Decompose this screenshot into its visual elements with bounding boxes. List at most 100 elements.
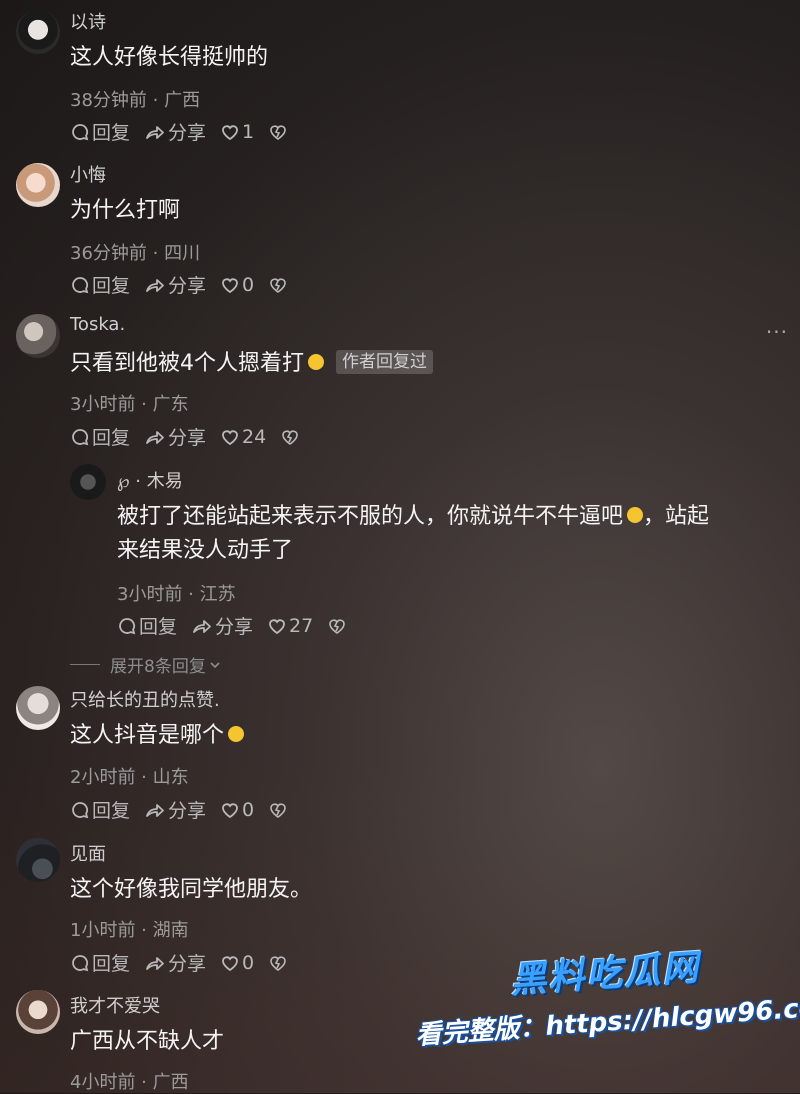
comment-actions: 回复 分享 24 xyxy=(70,423,316,450)
share-arrow-icon xyxy=(146,430,164,444)
avatar[interactable] xyxy=(16,163,60,207)
like-count: 24 xyxy=(242,425,267,448)
broken-heart-icon xyxy=(270,955,286,971)
comment-text: 这人抖音是哪个 xyxy=(70,723,225,748)
dislike-button[interactable] xyxy=(280,427,302,447)
comment-bubble-icon xyxy=(72,801,89,818)
reply-button[interactable]: 回复 xyxy=(70,118,130,145)
dislike-button[interactable] xyxy=(327,616,349,636)
share-arrow-icon xyxy=(146,956,164,970)
emoji-icon xyxy=(308,354,324,370)
username[interactable]: Toska. xyxy=(70,314,125,335)
like-button[interactable]: 27 xyxy=(267,615,313,637)
username[interactable]: ℘ · 木易 xyxy=(117,467,183,493)
comment-text: 广西从不缺人才 xyxy=(70,1029,225,1054)
dislike-button[interactable] xyxy=(268,800,290,820)
avatar[interactable] xyxy=(16,838,60,882)
comment-meta: 2小时前 · 山东 xyxy=(70,767,189,788)
comment-bubble-icon xyxy=(72,954,89,971)
reply-text-line2: 来结果没人动手了 xyxy=(117,538,294,563)
divider xyxy=(70,664,100,665)
share-button[interactable]: 分享 xyxy=(144,423,206,450)
heart-icon xyxy=(222,955,238,971)
reply-actions: 回复 分享 27 xyxy=(117,612,363,639)
avatar[interactable] xyxy=(16,686,60,730)
avatar[interactable] xyxy=(70,464,106,500)
comment-meta: 4小时前 · 广西 xyxy=(70,1072,189,1093)
heart-icon xyxy=(222,277,238,293)
expand-replies-button[interactable]: 展开8条回复 xyxy=(70,652,222,677)
comment-actions: 回复 分享 0 xyxy=(70,949,304,976)
share-label: 分享 xyxy=(168,122,207,144)
like-count: 0 xyxy=(242,798,255,821)
reply-label: 回复 xyxy=(92,800,131,822)
dislike-button[interactable] xyxy=(268,275,290,295)
emoji-icon xyxy=(228,726,245,742)
like-count: 0 xyxy=(242,951,255,974)
reply-text-tail: ，站起 xyxy=(643,504,710,529)
like-button[interactable]: 0 xyxy=(220,952,254,974)
comment-text-row: 这人抖音是哪个 xyxy=(70,718,245,754)
avatar[interactable] xyxy=(16,990,60,1034)
comment-text: 这人好像长得挺帅的 xyxy=(70,45,269,70)
share-button[interactable]: 分享 xyxy=(144,118,206,145)
heart-icon xyxy=(222,429,238,445)
reply-label: 回复 xyxy=(139,616,178,638)
share-button[interactable]: 分享 xyxy=(144,796,206,823)
comment-text-row: 只看到他被4个人摁着打 作者回复过 xyxy=(70,346,433,382)
reply-button[interactable]: 回复 xyxy=(70,271,130,298)
watermark-brand: 黑料吃瓜网 xyxy=(509,947,702,1002)
share-arrow-icon xyxy=(146,278,164,292)
comment-meta: 38分钟前 · 广西 xyxy=(70,90,201,111)
comment-actions: 回复 分享 0 xyxy=(70,796,304,823)
username[interactable]: 小悔 xyxy=(70,161,106,187)
more-dots-icon[interactable]: ··· xyxy=(766,320,788,344)
like-count: 27 xyxy=(289,614,314,637)
reply-text-line1: 被打了还能站起来表示不服的人，你就说牛不牛逼吧 ，站起 xyxy=(117,499,709,535)
dislike-button[interactable] xyxy=(268,122,290,142)
comment-text: 只看到他被4个人摁着打 xyxy=(70,351,304,376)
share-button[interactable]: 分享 xyxy=(191,612,253,639)
like-button[interactable]: 1 xyxy=(220,121,254,143)
like-button[interactable]: 24 xyxy=(220,426,266,448)
author-replied-badge: 作者回复过 xyxy=(336,350,433,374)
share-button[interactable]: 分享 xyxy=(144,949,206,976)
comment-text: 为什么打啊 xyxy=(70,198,181,223)
chevron-down-icon xyxy=(210,661,220,668)
comment-actions: 回复 分享 0 xyxy=(70,271,304,298)
share-label: 分享 xyxy=(168,275,207,297)
expand-replies-label: 展开8条回复 xyxy=(110,657,206,677)
avatar[interactable] xyxy=(16,10,60,54)
reply-button[interactable]: 回复 xyxy=(70,796,130,823)
reply-button[interactable]: 回复 xyxy=(70,423,130,450)
reply-button[interactable]: 回复 xyxy=(70,949,130,976)
share-label: 分享 xyxy=(215,616,254,638)
share-label: 分享 xyxy=(168,953,207,975)
share-arrow-icon xyxy=(146,803,164,817)
reply-label: 回复 xyxy=(92,122,131,144)
heart-icon xyxy=(269,618,285,634)
username[interactable]: 见面 xyxy=(70,840,106,866)
reply-text: 被打了还能站起来表示不服的人，你就说牛不牛逼吧 xyxy=(117,504,624,529)
username[interactable]: 只给长的丑的点赞. xyxy=(70,686,220,712)
username[interactable]: 以诗 xyxy=(70,8,106,34)
broken-heart-icon xyxy=(282,429,299,445)
emoji-icon xyxy=(627,507,644,523)
reply-button[interactable]: 回复 xyxy=(117,612,177,639)
broken-heart-icon xyxy=(270,802,286,818)
share-label: 分享 xyxy=(168,800,207,822)
broken-heart-icon xyxy=(270,277,286,293)
dislike-button[interactable] xyxy=(268,953,290,973)
comment-meta: 1小时前 · 湖南 xyxy=(70,920,189,941)
heart-icon xyxy=(222,124,238,140)
like-button[interactable]: 0 xyxy=(220,274,254,296)
avatar[interactable] xyxy=(16,314,60,358)
comment-bubble-icon xyxy=(72,123,89,140)
share-button[interactable]: 分享 xyxy=(144,271,206,298)
comment-actions: 回复 分享 1 xyxy=(70,118,304,145)
comment-bubble-icon xyxy=(119,617,136,634)
reply-meta: 3小时前 · 江苏 xyxy=(117,584,236,605)
like-button[interactable]: 0 xyxy=(220,799,254,821)
username[interactable]: 我才不爱哭 xyxy=(70,992,160,1018)
comment-meta: 36分钟前 · 四川 xyxy=(70,243,201,264)
